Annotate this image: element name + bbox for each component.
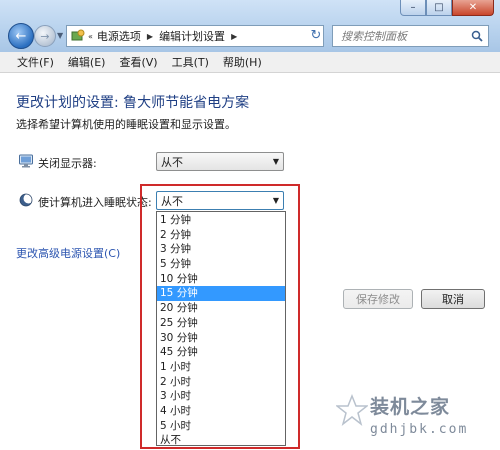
menu-help[interactable]: 帮助(H) bbox=[216, 54, 269, 70]
list-item[interactable]: 10 分钟 bbox=[157, 272, 285, 287]
breadcrumb-overflow[interactable]: « bbox=[88, 32, 93, 41]
sleep-value: 从不 bbox=[161, 194, 183, 208]
page-title: 更改计划的设置: 鲁大师节能省电方案 bbox=[16, 95, 250, 111]
list-item[interactable]: 20 分钟 bbox=[157, 301, 285, 316]
list-item[interactable]: 4 小时 bbox=[157, 404, 285, 419]
list-item[interactable]: 3 小时 bbox=[157, 389, 285, 404]
menu-tools[interactable]: 工具(T) bbox=[165, 54, 216, 70]
moon-icon bbox=[18, 192, 34, 208]
cancel-button[interactable]: 取消 bbox=[421, 289, 485, 309]
advanced-power-settings-link[interactable]: 更改高级电源设置(C) bbox=[16, 245, 120, 261]
breadcrumb-separator-icon[interactable]: ▶ bbox=[231, 32, 237, 41]
search-box[interactable] bbox=[332, 25, 489, 47]
list-item[interactable]: 25 分钟 bbox=[157, 316, 285, 331]
list-item[interactable]: 1 小时 bbox=[157, 360, 285, 375]
list-item[interactable]: 3 分钟 bbox=[157, 242, 285, 257]
display-off-select[interactable]: 从不 ▼ bbox=[156, 152, 284, 171]
close-button[interactable]: ✕ bbox=[452, 0, 494, 16]
chevron-down-icon[interactable]: ▼ bbox=[269, 196, 283, 205]
watermark-url: gdhjbk.com bbox=[370, 422, 469, 437]
window-controls: – □ ✕ bbox=[400, 0, 494, 16]
display-off-label: 关闭显示器: bbox=[38, 157, 97, 170]
list-item[interactable]: 5 小时 bbox=[157, 419, 285, 434]
save-button[interactable]: 保存修改 bbox=[343, 289, 413, 309]
monitor-icon bbox=[18, 153, 34, 169]
menu-view[interactable]: 查看(V) bbox=[112, 54, 164, 70]
menu-edit[interactable]: 编辑(E) bbox=[61, 54, 113, 70]
refresh-icon[interactable]: ↻ bbox=[306, 25, 326, 45]
list-item[interactable]: 从不 bbox=[157, 433, 285, 448]
display-off-value: 从不 bbox=[161, 155, 183, 169]
watermark-title: 装机之家 bbox=[370, 396, 451, 418]
page-subtitle: 选择希望计算机使用的睡眠设置和显示设置。 bbox=[16, 118, 236, 131]
sleep-select[interactable]: 从不 ▼ bbox=[156, 191, 284, 210]
breadcrumb-separator-icon[interactable]: ▶ bbox=[147, 32, 153, 41]
list-item[interactable]: 2 分钟 bbox=[157, 228, 285, 243]
menu-file[interactable]: 文件(F) bbox=[0, 54, 61, 70]
breadcrumb-power-options[interactable]: 电源选项 bbox=[97, 28, 141, 44]
list-item[interactable]: 30 分钟 bbox=[157, 331, 285, 346]
list-item-highlighted[interactable]: 15 分钟 bbox=[157, 286, 285, 302]
back-arrow-icon[interactable]: ← bbox=[8, 23, 34, 49]
maximize-button[interactable]: □ bbox=[426, 0, 452, 16]
search-icon[interactable] bbox=[468, 27, 486, 45]
sleep-options-list[interactable]: 1 分钟 2 分钟 3 分钟 5 分钟 10 分钟 15 分钟 20 分钟 25… bbox=[156, 211, 286, 446]
list-item[interactable]: 1 分钟 bbox=[157, 213, 285, 228]
forward-arrow-icon[interactable]: → bbox=[34, 25, 56, 47]
watermark: 装机之家 gdhjbk.com bbox=[330, 392, 500, 450]
menu-bar: 文件(F) 编辑(E) 查看(V) 工具(T) 帮助(H) bbox=[0, 52, 500, 73]
list-item[interactable]: 2 小时 bbox=[157, 375, 285, 390]
window-titlebar: – □ ✕ ← → ▼ « 电源选项 ▶ 编辑计划设置 ▶ ↻ bbox=[0, 0, 500, 52]
chevron-down-icon[interactable]: ▼ bbox=[269, 157, 283, 166]
breadcrumb-edit-plan[interactable]: 编辑计划设置 bbox=[159, 28, 225, 44]
sleep-label: 使计算机进入睡眠状态: bbox=[38, 196, 152, 209]
search-input[interactable] bbox=[339, 28, 468, 44]
list-item[interactable]: 45 分钟 bbox=[157, 345, 285, 360]
recent-pages-dropdown-icon[interactable]: ▼ bbox=[57, 31, 63, 40]
address-bar[interactable]: « 电源选项 ▶ 编辑计划设置 ▶ bbox=[66, 25, 324, 47]
control-panel-icon bbox=[70, 29, 86, 43]
minimize-button[interactable]: – bbox=[400, 0, 426, 16]
list-item[interactable]: 5 分钟 bbox=[157, 257, 285, 272]
star-logo-icon bbox=[334, 393, 370, 426]
